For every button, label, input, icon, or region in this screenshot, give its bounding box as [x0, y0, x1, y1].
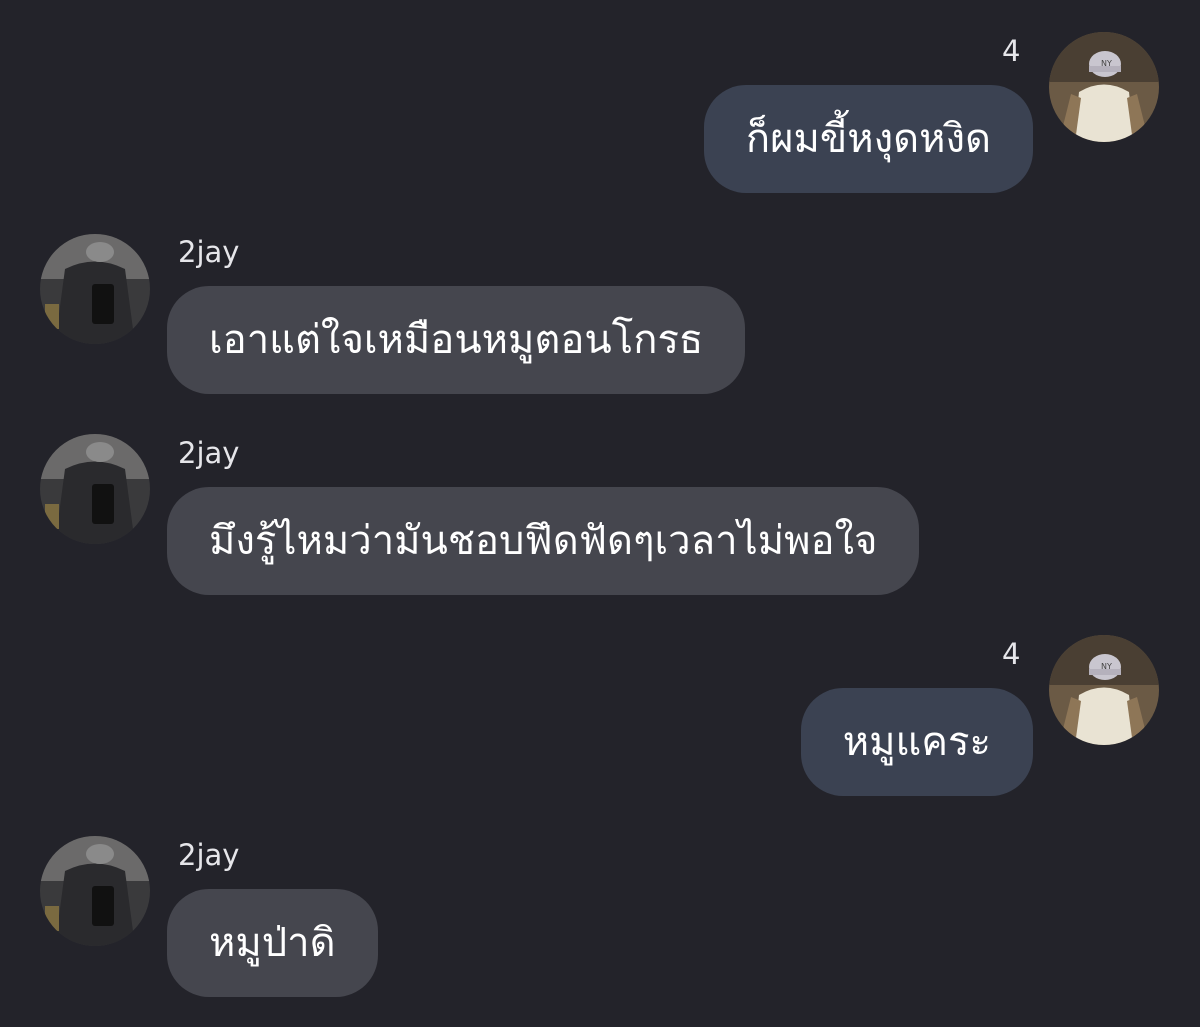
sender-name: 2jay — [178, 436, 240, 470]
avatar-4[interactable]: NY — [1049, 32, 1159, 142]
sender-name: 2jay — [178, 235, 240, 269]
avatar-2jay[interactable] — [40, 234, 150, 344]
message-bubble[interactable]: มึงรู้ไหมว่ามันชอบฟึดฟัดๆเวลาไม่พอใจ — [167, 487, 920, 595]
message-bubble[interactable]: หมูป่าดิ — [167, 889, 378, 997]
avatar-2jay[interactable] — [40, 434, 150, 544]
sender-name: 4 — [1002, 34, 1021, 68]
message-bubble[interactable]: เอาแต่ใจเหมือนหมูตอนโกรธ — [167, 286, 746, 394]
message-bubble[interactable]: ก็ผมขี้หงุดหงิด — [703, 85, 1033, 193]
chat-thread: 4 ก็ผมขี้หงุดหงิด NY 2jay เอาแต่ใจเหมือน… — [0, 0, 1200, 1027]
avatar-2jay[interactable] — [40, 836, 150, 946]
message-bubble[interactable]: หมูแคระ — [800, 688, 1033, 796]
svg-text:NY: NY — [1101, 662, 1112, 671]
sender-name: 2jay — [178, 838, 240, 872]
svg-text:NY: NY — [1101, 59, 1112, 68]
avatar-4[interactable]: NY — [1049, 635, 1159, 745]
sender-name: 4 — [1002, 637, 1021, 671]
